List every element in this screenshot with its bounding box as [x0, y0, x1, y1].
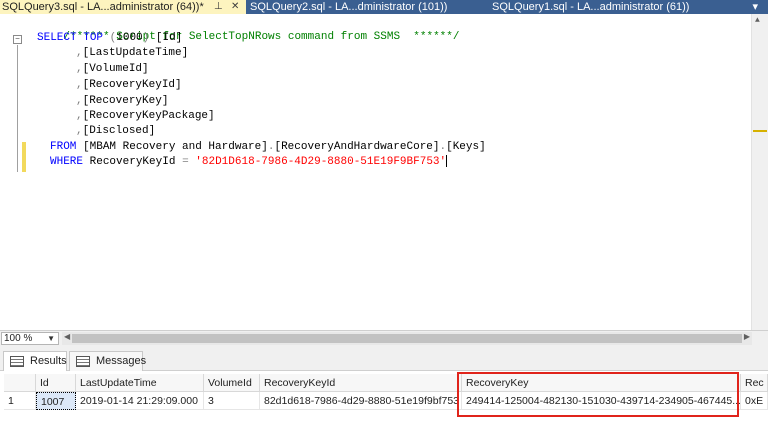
- sql-column: RecoveryKeyId: [89, 156, 176, 168]
- sql-keyword: FROM: [50, 141, 77, 153]
- tab-label: SQLQuery3.sql - LA...administrator (64))…: [2, 1, 204, 13]
- query-editor[interactable]: − /****** Script for SelectTopNRows comm…: [0, 14, 768, 330]
- tab-dropdown-icon[interactable]: ▾: [752, 0, 758, 14]
- tab-results[interactable]: Results: [3, 351, 67, 371]
- document-tab-strip: SQLQuery3.sql - LA...administrator (64))…: [0, 0, 768, 14]
- tab-sqlquery3[interactable]: SQLQuery3.sql - LA...administrator (64))…: [0, 0, 246, 14]
- zoom-value: 100 %: [4, 333, 33, 344]
- sql-paren: ): [142, 32, 150, 44]
- cell-id[interactable]: 1007: [36, 392, 76, 410]
- zoom-select[interactable]: 100 % ▼: [1, 332, 59, 345]
- sql-column: [Id]: [155, 32, 183, 44]
- editor-horizontal-scrollbar[interactable]: ◀ ▶: [62, 332, 752, 345]
- sql-column: [RecoveryKeyPackage]: [82, 110, 215, 122]
- row-header-corner[interactable]: [4, 374, 36, 392]
- tab-messages[interactable]: Messages: [69, 351, 147, 371]
- editor-gutter: [0, 14, 22, 330]
- tab-sqlquery1[interactable]: SQLQuery1.sql - LA...administrator (61))…: [484, 0, 768, 14]
- cell-recoverykeyid[interactable]: 82d1d618-7986-4d29-8880-51e19f9bf753: [260, 392, 462, 410]
- pin-icon[interactable]: ⊥: [214, 0, 223, 14]
- sql-comma: ,: [76, 63, 83, 75]
- editor-line-8: ,[Disclosed]: [76, 124, 155, 139]
- sql-column: [RecoveryKey]: [82, 95, 169, 107]
- tab-label: SQLQuery1.sql - LA...administrator (61)): [492, 1, 690, 13]
- sql-schema: [RecoveryAndHardwareCore]: [274, 141, 440, 153]
- sql-column: [VolumeId]: [82, 63, 149, 75]
- recoverykey-highlight-box: [457, 372, 739, 417]
- tab-label: SQLQuery2.sql - LA...dministrator (101)): [250, 1, 448, 13]
- sql-comma: ,: [76, 47, 83, 59]
- editor-line-5: ,[RecoveryKeyId]: [76, 78, 182, 93]
- column-header-id[interactable]: Id: [36, 374, 76, 392]
- editor-line-3: ,[LastUpdateTime]: [76, 46, 188, 61]
- sql-comma: ,: [76, 125, 83, 137]
- scroll-right-icon[interactable]: ▶: [744, 332, 750, 341]
- cell-volumeid[interactable]: 3: [204, 392, 260, 410]
- scroll-left-icon[interactable]: ◀: [64, 332, 70, 341]
- column-header-recoverykeypackage[interactable]: Rec: [741, 374, 768, 392]
- scroll-up-icon[interactable]: ▲: [755, 16, 760, 25]
- editor-line-10: WHERE RecoveryKeyId = '82D1D618-7986-4D2…: [50, 155, 448, 170]
- editor-line-7: ,[RecoveryKeyPackage]: [76, 109, 215, 124]
- editor-vertical-scrollbar[interactable]: ▲: [751, 14, 768, 330]
- sql-table: [Keys]: [446, 141, 486, 153]
- sql-keyword: SELECT: [37, 32, 77, 44]
- outline-guide: [17, 45, 18, 172]
- column-header-recoverykeyid[interactable]: RecoveryKeyId: [260, 374, 462, 392]
- sql-comma: ,: [76, 95, 83, 107]
- column-header-lastupdatetime[interactable]: LastUpdateTime: [76, 374, 204, 392]
- results-tab-strip: Results Messages: [0, 345, 768, 371]
- cell-lastupdatetime[interactable]: 2019-01-14 21:29:09.000: [76, 392, 204, 410]
- cell-recoverykeypackage[interactable]: 0xE: [741, 392, 768, 410]
- sql-keyword: WHERE: [50, 156, 84, 168]
- editor-line-2: SELECT TOP (1000) [Id]: [37, 31, 182, 46]
- close-icon[interactable]: ✕: [231, 0, 239, 14]
- sql-column: [LastUpdateTime]: [82, 47, 189, 59]
- editor-line-9: FROM [MBAM Recovery and Hardware].[Recov…: [50, 140, 486, 155]
- row-number[interactable]: 1: [4, 392, 36, 410]
- messages-icon: [76, 356, 90, 367]
- sql-string: '82D1D618-7986-4D29-8880-51E19F9BF753': [195, 156, 447, 168]
- column-header-volumeid[interactable]: VolumeId: [204, 374, 260, 392]
- change-indicator: [22, 142, 26, 172]
- sql-column: [RecoveryKeyId]: [82, 79, 182, 91]
- sql-keyword: TOP: [83, 32, 104, 44]
- chevron-down-icon[interactable]: ▼: [47, 333, 55, 344]
- sql-column: [Disclosed]: [82, 125, 156, 137]
- text-caret: [446, 155, 448, 168]
- sql-operator: =: [182, 156, 189, 168]
- editor-status-row: 100 % ▼ ◀ ▶: [0, 330, 768, 345]
- sql-number: 1000: [116, 32, 143, 44]
- tab-sqlquery2[interactable]: SQLQuery2.sql - LA...dministrator (101)): [246, 0, 484, 14]
- editor-line-4: ,[VolumeId]: [76, 62, 149, 77]
- tab-messages-label: Messages: [96, 355, 147, 367]
- sql-database: [MBAM Recovery and Hardware]: [83, 141, 268, 153]
- tab-results-label: Results: [30, 355, 67, 367]
- scroll-marker: [753, 130, 767, 132]
- collapse-icon[interactable]: −: [13, 35, 22, 44]
- grid-icon: [10, 356, 24, 367]
- sql-comma: ,: [76, 79, 83, 91]
- editor-line-1: /****** Script for SelectTopNRows comman…: [37, 15, 459, 43]
- sql-comma: ,: [76, 110, 83, 122]
- editor-line-6: ,[RecoveryKey]: [76, 94, 168, 109]
- scroll-thumb[interactable]: [72, 334, 742, 343]
